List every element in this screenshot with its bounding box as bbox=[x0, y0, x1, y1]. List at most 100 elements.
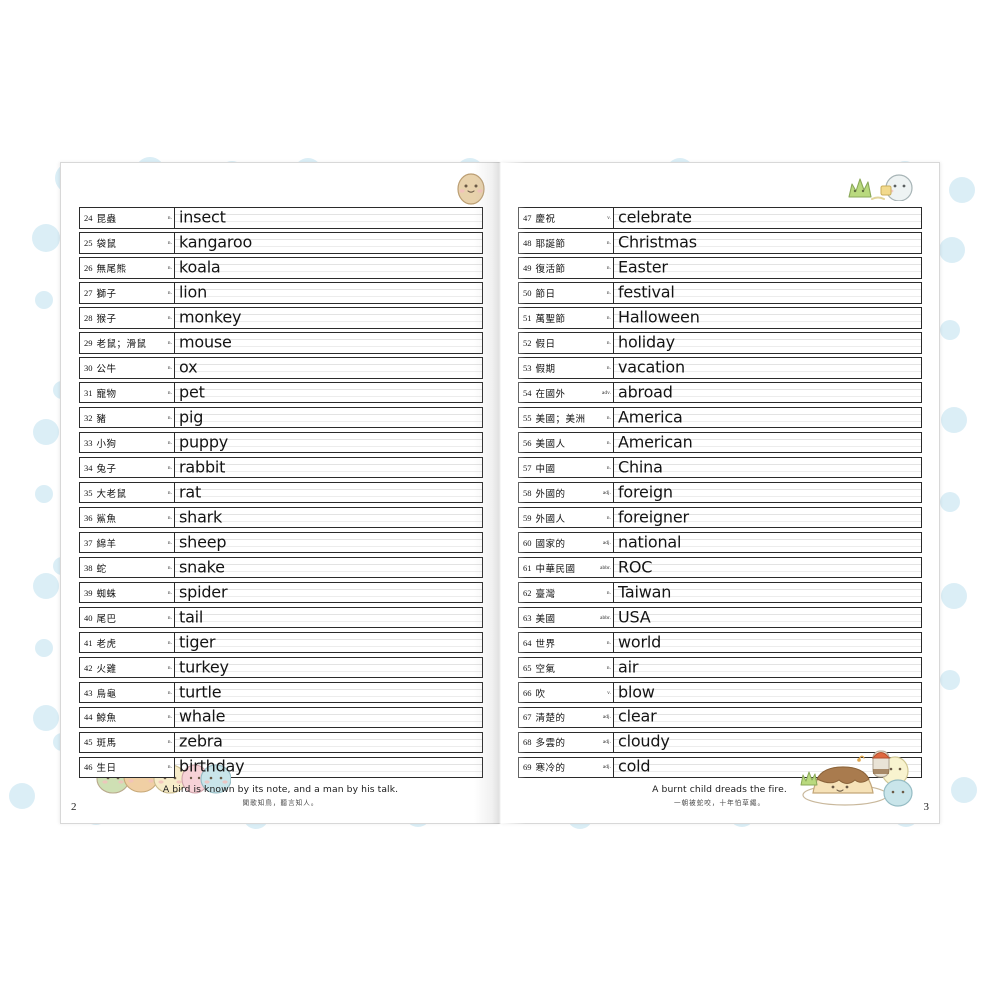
vocabulary-row: 68 多雲的 adj. cloudy bbox=[518, 731, 922, 754]
writing-line-cell[interactable]: puppy bbox=[175, 431, 483, 454]
vocabulary-row: 29 老鼠；滑鼠 n. mouse bbox=[79, 331, 483, 354]
writing-line-cell[interactable]: Halloween bbox=[614, 306, 922, 329]
writing-line-cell[interactable]: monkey bbox=[175, 306, 483, 329]
writing-line-cell[interactable]: America bbox=[614, 406, 922, 429]
writing-line-cell[interactable]: kangaroo bbox=[175, 231, 483, 254]
vocabulary-row: 49 復活節 n. Easter bbox=[518, 256, 922, 279]
writing-line-cell[interactable]: sheep bbox=[175, 531, 483, 554]
writing-line-cell[interactable]: air bbox=[614, 656, 922, 679]
writing-line-cell[interactable]: pet bbox=[175, 381, 483, 404]
decorative-dot bbox=[939, 237, 965, 263]
left-page-entry-list: 24 昆蟲 n. insect 25 袋鼠 n. kangaroo 26 無尾熊 n. koala 27… bbox=[79, 207, 483, 782]
english-word: blow bbox=[618, 682, 655, 702]
vocabulary-row: 27 獅子 n. lion bbox=[79, 281, 483, 304]
writing-line-cell[interactable]: spider bbox=[175, 581, 483, 604]
writing-line-cell[interactable]: world bbox=[614, 631, 922, 654]
english-word: national bbox=[618, 532, 682, 552]
writing-line-cell[interactable]: American bbox=[614, 431, 922, 454]
part-of-speech: n. bbox=[606, 414, 611, 421]
writing-line-cell[interactable]: ox bbox=[175, 356, 483, 379]
term-cell: 52 假日 n. bbox=[518, 331, 614, 354]
writing-line-cell[interactable]: celebrate bbox=[614, 207, 922, 229]
writing-line-cell[interactable]: zebra bbox=[175, 731, 483, 754]
writing-line-cell[interactable]: festival bbox=[614, 281, 922, 304]
writing-line-cell[interactable]: foreigner bbox=[614, 506, 922, 529]
writing-line-cell[interactable]: China bbox=[614, 456, 922, 479]
term-cell: 24 昆蟲 n. bbox=[79, 207, 175, 229]
vocabulary-row: 62 臺灣 n. Taiwan bbox=[518, 581, 922, 604]
writing-line-cell[interactable]: pig bbox=[175, 406, 483, 429]
term-cell: 25 袋鼠 n. bbox=[79, 231, 175, 254]
term-cell: 56 美國人 n. bbox=[518, 431, 614, 454]
part-of-speech: adj. bbox=[602, 714, 611, 721]
left-page: 24 昆蟲 n. insect 25 袋鼠 n. kangaroo 26 無尾熊 n. koala 27… bbox=[60, 162, 500, 824]
term-cell: 65 空氣 n. bbox=[518, 656, 614, 679]
english-word: puppy bbox=[179, 432, 229, 452]
writing-line-cell[interactable]: cloudy bbox=[614, 731, 922, 754]
entry-number: 65 bbox=[523, 662, 532, 673]
vocabulary-row: 48 耶誕節 n. Christmas bbox=[518, 231, 922, 254]
part-of-speech: n. bbox=[167, 764, 172, 771]
english-word: abroad bbox=[618, 382, 673, 402]
writing-line-cell[interactable]: national bbox=[614, 531, 922, 554]
writing-line-cell[interactable]: mouse bbox=[175, 331, 483, 354]
writing-line-cell[interactable]: tiger bbox=[175, 631, 483, 654]
entry-number: 66 bbox=[523, 687, 532, 698]
vocabulary-row: 60 國家的 adj. national bbox=[518, 531, 922, 554]
writing-line-cell[interactable]: holiday bbox=[614, 331, 922, 354]
writing-line-cell[interactable]: blow bbox=[614, 681, 922, 704]
chinese-meaning: 寒冷的 bbox=[535, 763, 566, 775]
part-of-speech: n. bbox=[167, 664, 172, 671]
writing-line-cell[interactable]: shark bbox=[175, 506, 483, 529]
english-word: rat bbox=[179, 482, 202, 502]
writing-line-cell[interactable]: rat bbox=[175, 481, 483, 504]
writing-line-cell[interactable]: lion bbox=[175, 281, 483, 304]
english-word: spider bbox=[179, 582, 228, 602]
decorative-dot bbox=[951, 777, 977, 803]
writing-line-cell[interactable]: USA bbox=[614, 606, 922, 629]
writing-line-cell[interactable]: Taiwan bbox=[614, 581, 922, 604]
vocabulary-row: 32 豬 n. pig bbox=[79, 406, 483, 429]
chinese-meaning: 假期 bbox=[535, 363, 556, 375]
entry-number: 27 bbox=[84, 287, 93, 298]
writing-line-cell[interactable]: whale bbox=[175, 706, 483, 729]
english-word: America bbox=[618, 407, 683, 427]
writing-line-cell[interactable]: tail bbox=[175, 606, 483, 629]
chinese-meaning: 美國人 bbox=[535, 438, 566, 450]
writing-line-cell[interactable]: abroad bbox=[614, 381, 922, 404]
writing-line-cell[interactable]: snake bbox=[175, 556, 483, 579]
chinese-meaning: 耶誕節 bbox=[535, 238, 566, 250]
part-of-speech: n. bbox=[606, 239, 611, 246]
entry-number: 62 bbox=[523, 587, 532, 598]
entry-number: 46 bbox=[84, 762, 93, 773]
writing-line-cell[interactable]: Easter bbox=[614, 256, 922, 279]
writing-line-cell[interactable]: Christmas bbox=[614, 231, 922, 254]
writing-line-cell[interactable]: koala bbox=[175, 256, 483, 279]
part-of-speech: n. bbox=[167, 289, 172, 296]
english-word: whale bbox=[179, 707, 226, 727]
entry-number: 67 bbox=[523, 712, 532, 723]
writing-line-cell[interactable]: birthday bbox=[175, 756, 483, 779]
vocabulary-row: 30 公牛 n. ox bbox=[79, 356, 483, 379]
english-word: celebrate bbox=[618, 207, 692, 227]
writing-line-cell[interactable]: foreign bbox=[614, 481, 922, 504]
entry-number: 63 bbox=[523, 612, 532, 623]
writing-line-cell[interactable]: turtle bbox=[175, 681, 483, 704]
term-cell: 28 猴子 n. bbox=[79, 306, 175, 329]
writing-line-cell[interactable]: ROC bbox=[614, 556, 922, 579]
part-of-speech: n. bbox=[606, 439, 611, 446]
english-word: tiger bbox=[179, 632, 216, 652]
entry-number: 43 bbox=[84, 687, 93, 698]
vocabulary-row: 34 兔子 n. rabbit bbox=[79, 456, 483, 479]
vocabulary-row: 41 老虎 n. tiger bbox=[79, 631, 483, 654]
writing-line-cell[interactable]: vacation bbox=[614, 356, 922, 379]
chinese-meaning: 吹 bbox=[535, 688, 546, 700]
writing-line-cell[interactable]: insect bbox=[175, 207, 483, 229]
writing-line-cell[interactable]: clear bbox=[614, 706, 922, 729]
writing-line-cell[interactable]: rabbit bbox=[175, 456, 483, 479]
vocabulary-row: 44 鯨魚 n. whale bbox=[79, 706, 483, 729]
right-page-entry-list: 47 慶祝 v. celebrate 48 耶誕節 n. Christmas 49 復活節 n. Ea… bbox=[518, 207, 922, 782]
writing-line-cell[interactable]: cold bbox=[614, 756, 922, 779]
writing-line-cell[interactable]: turkey bbox=[175, 656, 483, 679]
right-page: 47 慶祝 v. celebrate 48 耶誕節 n. Christmas 49 復活節 n. Ea… bbox=[500, 162, 940, 824]
